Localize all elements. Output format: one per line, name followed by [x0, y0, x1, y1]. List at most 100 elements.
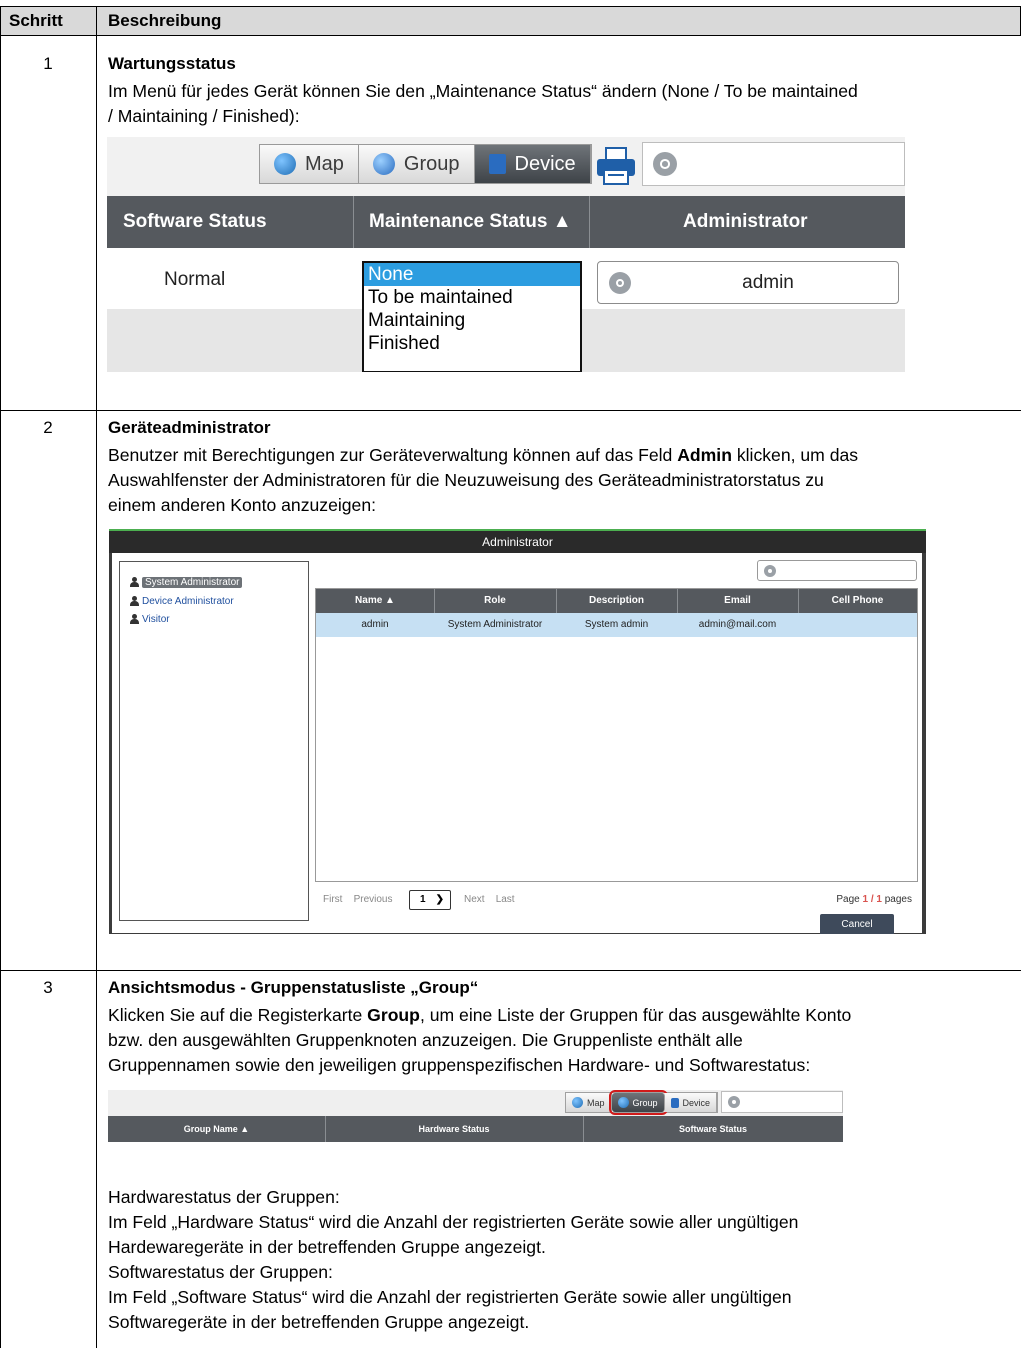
tab-device[interactable]: Device [664, 1093, 718, 1112]
device-icon [670, 1097, 679, 1108]
view-tabs: Map Group Device [565, 1090, 719, 1115]
step-number: 3 [43, 978, 53, 997]
step-text: Hardewaregeräte in der betreffenden Grup… [108, 1237, 546, 1257]
step-text: / Maintaining / Finished): [108, 106, 300, 126]
page-current: 1 / 1 [862, 894, 882, 905]
pager-previous[interactable]: Previous [354, 894, 393, 905]
option-finished[interactable]: Finished [364, 332, 580, 355]
table-divider [0, 35, 1021, 36]
tab-label: Group [632, 1097, 658, 1108]
tab-device[interactable]: Device [474, 145, 591, 183]
grid-header: Group Name ▲ Hardware Status Software St… [108, 1116, 843, 1142]
search-icon [728, 1096, 740, 1108]
step-text: Benutzer mit Berechtigungen zur Geräteve… [108, 445, 859, 465]
pager-last[interactable]: Last [496, 894, 515, 905]
column-header-step: Schritt [9, 11, 63, 30]
role-tree: System Administrator Device Administrato… [119, 561, 309, 921]
search-input[interactable] [721, 1091, 843, 1113]
administrator-grid: Name ▲ Role Description Email Cell Phone… [315, 588, 918, 882]
step-text: bzw. den ausgewählten Gruppenknoten anzu… [108, 1030, 743, 1050]
chevron-down-icon: ❯ [435, 894, 444, 905]
column-role[interactable]: Role [434, 589, 556, 613]
tree-item-device-administrator[interactable]: Device Administrator [130, 593, 234, 609]
administrator-field[interactable]: admin [597, 261, 899, 304]
cell-cell-phone [798, 613, 917, 637]
option-maintaining[interactable]: Maintaining [364, 309, 580, 332]
table-row[interactable]: admin System Administrator System admin … [316, 613, 917, 637]
page-select[interactable]: 1 ❯ [409, 890, 451, 910]
tab-map[interactable]: Map [260, 145, 359, 183]
user-icon [130, 596, 139, 606]
dialog-body: System Administrator Device Administrato… [112, 553, 922, 934]
software-status-value: Normal [164, 269, 226, 290]
group-tab-name: Group [367, 1005, 420, 1025]
column-software-status: Software Status [123, 211, 267, 232]
column-administrator: Administrator [683, 211, 808, 232]
column-hardware-status[interactable]: Hardware Status [325, 1116, 583, 1142]
column-separator [589, 196, 590, 248]
step-text: Im Menü für jedes Gerät können Sie den „… [108, 81, 858, 101]
tree-item-system-administrator[interactable]: System Administrator [130, 574, 243, 590]
tab-group[interactable]: Group [608, 1090, 668, 1115]
view-tabs: Map Group Device [259, 144, 592, 184]
administrator-dialog-screenshot: Administrator System Administrator Devic… [109, 529, 926, 934]
column-cell-phone[interactable]: Cell Phone [798, 589, 917, 613]
table-border-top [0, 6, 1021, 7]
dialog-title: Administrator [109, 531, 926, 553]
globe-icon [274, 153, 296, 175]
administrator-value: admin [742, 272, 794, 293]
column-description[interactable]: Description [556, 589, 677, 613]
grid-body: Normal None To be maintained Maintaining… [107, 248, 905, 372]
grid-header: Name ▲ Role Description Email Cell Phone [316, 589, 917, 613]
search-input[interactable] [642, 142, 905, 186]
search-input[interactable] [757, 560, 917, 581]
table-border-left [0, 6, 1, 1348]
hardware-status-heading: Hardwarestatus der Gruppen: [108, 1187, 340, 1207]
step-text: Gruppennamen sowie den jeweiligen gruppe… [108, 1055, 811, 1075]
search-icon [764, 565, 776, 577]
tree-item-visitor[interactable]: Visitor [130, 611, 170, 627]
column-maintenance-status[interactable]: Maintenance Status ▲ [369, 196, 572, 248]
step-text: Im Feld „Software Status“ wird die Anzah… [108, 1287, 792, 1307]
printer-icon[interactable] [594, 146, 638, 186]
pager-next-last: Next Last [464, 894, 515, 905]
step-text: Im Feld „Hardware Status“ wird die Anzah… [108, 1212, 799, 1232]
tab-label: Map [587, 1097, 605, 1108]
tab-label: Device [514, 152, 576, 175]
step-number: 2 [43, 418, 53, 437]
column-group-name[interactable]: Group Name ▲ [108, 1116, 325, 1142]
step-text: Klicken Sie auf die Registerkarte Group,… [108, 1005, 852, 1025]
tab-map[interactable]: Map [566, 1093, 612, 1112]
option-none[interactable]: None [364, 263, 580, 286]
table-divider [0, 410, 1021, 411]
step-title: Wartungsstatus [108, 54, 236, 73]
page-info: Page 1 / 1 pages [836, 894, 912, 905]
pager: First Previous [323, 894, 392, 905]
pager-next[interactable]: Next [464, 894, 485, 905]
user-icon [130, 577, 139, 587]
admin-field-name: Admin [677, 445, 732, 465]
pager-first[interactable]: First [323, 894, 342, 905]
cancel-button[interactable]: Cancel [820, 914, 894, 934]
step-text: einem anderen Konto anzuzeigen: [108, 495, 377, 515]
tab-label: Map [305, 152, 344, 175]
step-text: Auswahlfenster der Administratoren für d… [108, 470, 824, 490]
option-to-be-maintained[interactable]: To be maintained [364, 286, 580, 309]
grid-header: Software Status Maintenance Status ▲ Adm… [107, 196, 905, 248]
tab-label: Device [682, 1097, 711, 1108]
column-email[interactable]: Email [677, 589, 798, 613]
column-software-status[interactable]: Software Status [583, 1116, 843, 1142]
column-header-description: Beschreibung [108, 11, 222, 30]
cell-description: System admin [584, 619, 649, 630]
maintenance-status-select[interactable]: None To be maintained Maintaining Finish… [362, 261, 582, 372]
group-icon [617, 1097, 629, 1108]
column-separator [353, 196, 354, 248]
step-number: 1 [43, 54, 53, 73]
maintenance-status-screenshot: Map Group Device Software Status Mainten… [107, 137, 905, 372]
tab-group[interactable]: Group [358, 145, 475, 183]
cell-role: System Administrator [447, 619, 543, 630]
device-icon [488, 154, 506, 174]
table-column-divider [96, 6, 97, 1348]
column-name[interactable]: Name ▲ [316, 589, 434, 613]
cell-name: admin [361, 619, 389, 630]
